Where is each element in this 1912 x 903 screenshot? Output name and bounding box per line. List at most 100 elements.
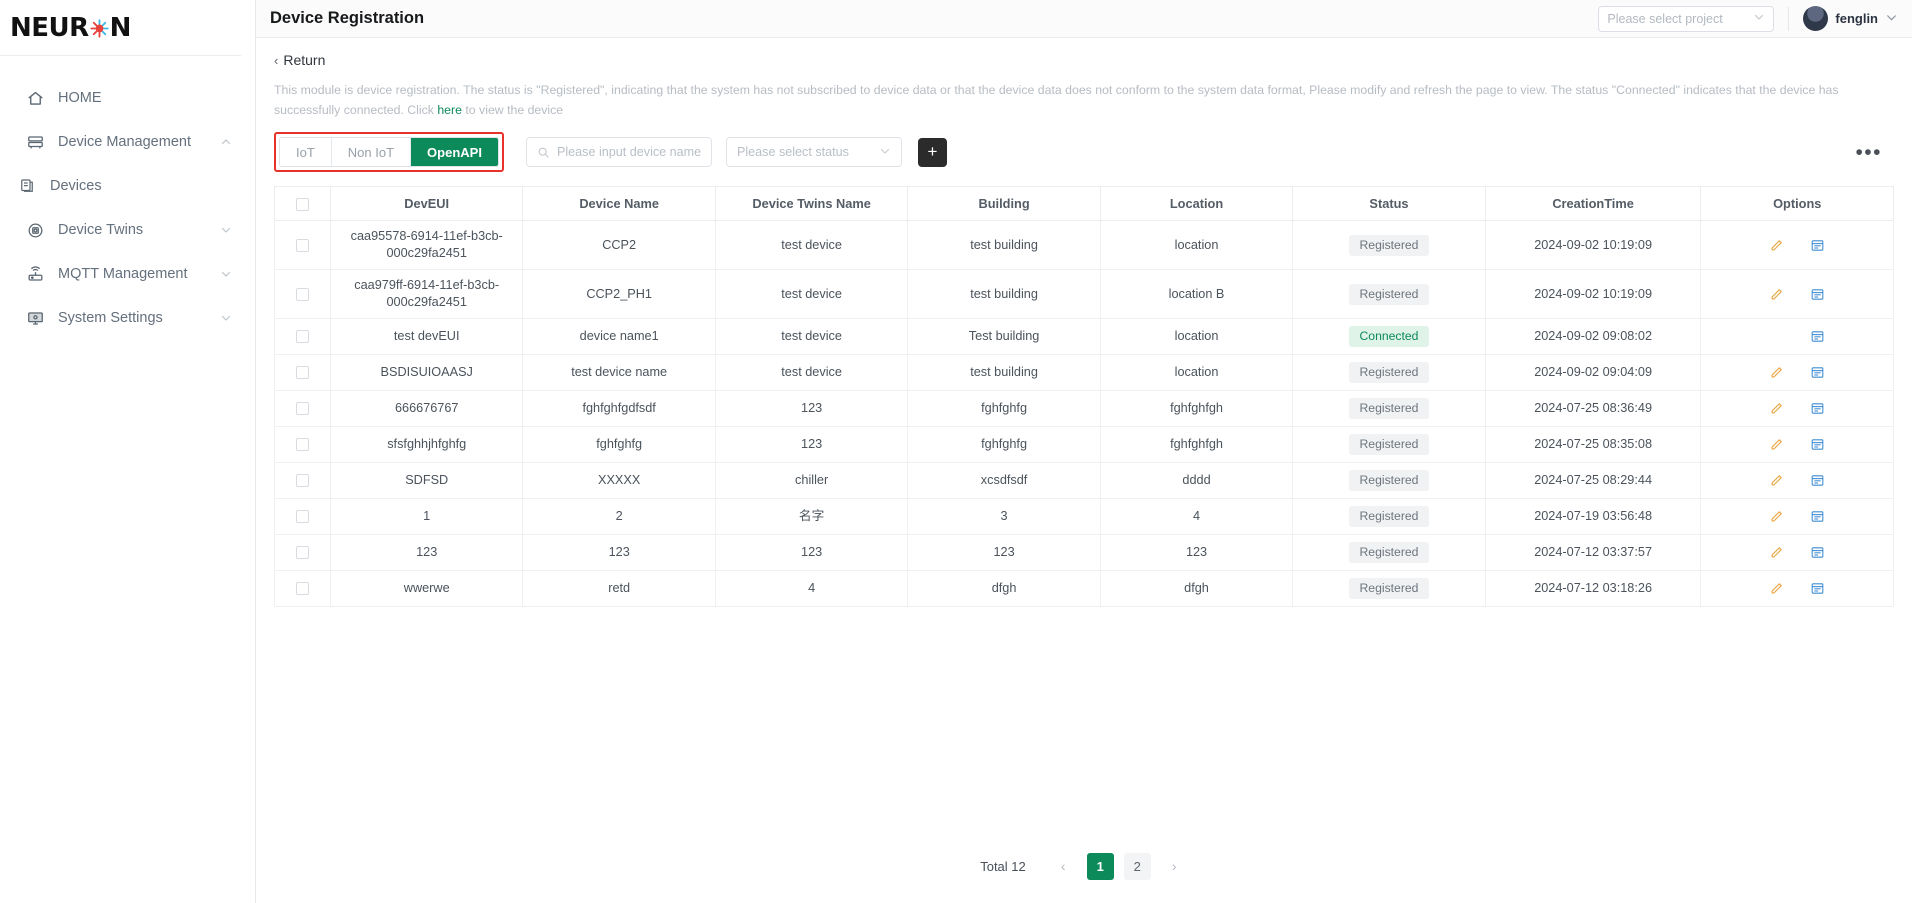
more-options-button[interactable]: ••• [1855, 142, 1882, 163]
device-list-icon [16, 176, 38, 196]
status-select[interactable]: Please select status [725, 137, 902, 167]
table-row: 123 123 123 123 123 Registered 2024-07-12 03:3… [274, 534, 1894, 571]
detail-view-icon[interactable] [1810, 509, 1825, 524]
select-all-header [274, 186, 331, 221]
detail-view-icon[interactable] [1810, 365, 1825, 380]
pencil-icon[interactable] [1769, 473, 1784, 488]
row-checkbox[interactable] [295, 287, 309, 301]
project-select[interactable]: Please select project [1598, 5, 1775, 32]
row-select-cell [274, 570, 331, 607]
tab-openapi[interactable]: OpenAPI [411, 138, 498, 166]
select-all-checkbox[interactable] [295, 198, 309, 212]
cell-location: location [1100, 354, 1294, 391]
table-row: caa979ff-6914-11ef-b3cb-000c29fa2451 CCP2… [274, 269, 1894, 319]
page-button-2[interactable]: 2 [1123, 852, 1151, 880]
chevron-down-icon[interactable] [219, 267, 233, 281]
cell-options [1700, 220, 1894, 270]
col-deveui: DevEUI [330, 186, 524, 221]
pencil-icon[interactable] [1769, 401, 1784, 416]
sidebar-item-mqtt-management[interactable]: MQTT Management [0, 252, 255, 296]
content-region: ‹ Return This module is device registrat… [256, 38, 1912, 903]
detail-view-icon[interactable] [1810, 473, 1825, 488]
chevron-up-icon[interactable] [219, 135, 233, 149]
detail-view-icon[interactable] [1810, 238, 1825, 253]
logo-text-tail: N [109, 12, 132, 43]
sidebar-item-devices[interactable]: Devices [0, 164, 255, 208]
cell-creation-time: 2024-09-02 09:08:02 [1485, 318, 1702, 355]
cell-location: fghfghfgh [1100, 426, 1294, 463]
page-button-1[interactable]: 1 [1086, 852, 1114, 880]
pencil-icon[interactable] [1769, 545, 1784, 560]
sidebar-item-label: System Settings [58, 310, 163, 326]
cell-status: Registered [1292, 534, 1486, 571]
table-row: 1 2 名字 3 4 Registered 2024-07-19 03:56:48 [274, 498, 1894, 535]
pencil-icon[interactable] [1769, 365, 1784, 380]
detail-view-icon[interactable] [1810, 545, 1825, 560]
detail-view-icon[interactable] [1810, 287, 1825, 302]
row-checkbox[interactable] [295, 238, 309, 252]
cell-device-twins-name: 123 [715, 534, 909, 571]
chevron-left-icon: ‹ [274, 52, 279, 68]
sidebar-item-home[interactable]: HOME [0, 76, 255, 120]
sidebar-item-device-twins[interactable]: Device Twins [0, 208, 255, 252]
row-select-cell [274, 462, 331, 499]
pencil-icon[interactable] [1769, 437, 1784, 452]
add-device-button[interactable]: + [917, 137, 947, 167]
row-checkbox[interactable] [295, 582, 309, 596]
row-checkbox[interactable] [295, 474, 309, 488]
status-badge: Registered [1348, 578, 1430, 599]
cell-device-twins-name: test device [715, 220, 909, 270]
detail-view-icon[interactable] [1810, 329, 1825, 344]
search-input[interactable] [556, 145, 701, 159]
cell-creation-time: 2024-07-19 03:56:48 [1485, 498, 1702, 535]
cell-device-twins-name: chiller [715, 462, 909, 499]
pencil-icon[interactable] [1769, 238, 1784, 253]
user-menu[interactable]: fenglin [1803, 6, 1898, 31]
row-checkbox[interactable] [295, 546, 309, 560]
table-row: SDFSD XXXXX chiller xcsdfsdf dddd Registered 2… [274, 462, 1894, 499]
cell-status: Connected [1292, 318, 1486, 355]
status-select-placeholder: Please select status [736, 145, 849, 159]
cell-device-twins-name: test device [715, 318, 909, 355]
detail-view-icon[interactable] [1810, 581, 1825, 596]
return-link[interactable]: ‹ Return [274, 52, 325, 68]
row-select-cell [274, 269, 331, 319]
pencil-icon[interactable] [1769, 509, 1784, 524]
tab-non-iot[interactable]: Non IoT [331, 138, 412, 166]
return-row: ‹ Return [268, 38, 1900, 68]
sidebar-item-device-management[interactable]: Device Management [0, 120, 255, 164]
next-page-button[interactable]: › [1161, 853, 1188, 880]
cell-creation-time: 2024-09-02 10:19:09 [1485, 269, 1702, 319]
row-checkbox[interactable] [295, 510, 309, 524]
cell-building: xcsdfsdf [907, 462, 1101, 499]
row-checkbox[interactable] [295, 330, 309, 344]
row-checkbox[interactable] [295, 438, 309, 452]
detail-view-icon[interactable] [1810, 401, 1825, 416]
row-checkbox[interactable] [295, 366, 309, 380]
cell-location: fghfghfgh [1100, 390, 1294, 427]
chevron-down-icon[interactable] [219, 223, 233, 237]
cell-deveui: caa95578-6914-11ef-b3cb-000c29fa2451 [330, 220, 524, 270]
detail-view-icon[interactable] [1810, 437, 1825, 452]
sidebar-item-system-settings[interactable]: System Settings [0, 296, 255, 340]
description-text-2: to view the device [461, 103, 564, 117]
cell-device-name: test device name [522, 354, 716, 391]
cell-device-name: device name1 [522, 318, 716, 355]
tab-group-highlight: IoT Non IoT OpenAPI [274, 132, 504, 172]
sidebar-item-label: Devices [50, 178, 102, 194]
prev-page-button[interactable]: ‹ [1050, 853, 1077, 880]
search-box[interactable] [525, 137, 712, 167]
pencil-icon[interactable] [1769, 581, 1784, 596]
divider [1788, 6, 1790, 31]
chevron-down-icon[interactable] [219, 311, 233, 325]
cell-creation-time: 2024-07-12 03:37:57 [1485, 534, 1702, 571]
sidebar-item-label: Device Management [58, 134, 191, 150]
cell-deveui: SDFSD [330, 462, 524, 499]
here-link[interactable]: here [437, 103, 462, 117]
tab-iot[interactable]: IoT [280, 138, 332, 166]
row-checkbox[interactable] [295, 402, 309, 416]
status-badge: Registered [1348, 283, 1430, 305]
cell-deveui: sfsfghhjhfghfg [330, 426, 524, 463]
pencil-icon[interactable] [1769, 287, 1784, 302]
cell-status: Registered [1292, 269, 1486, 319]
